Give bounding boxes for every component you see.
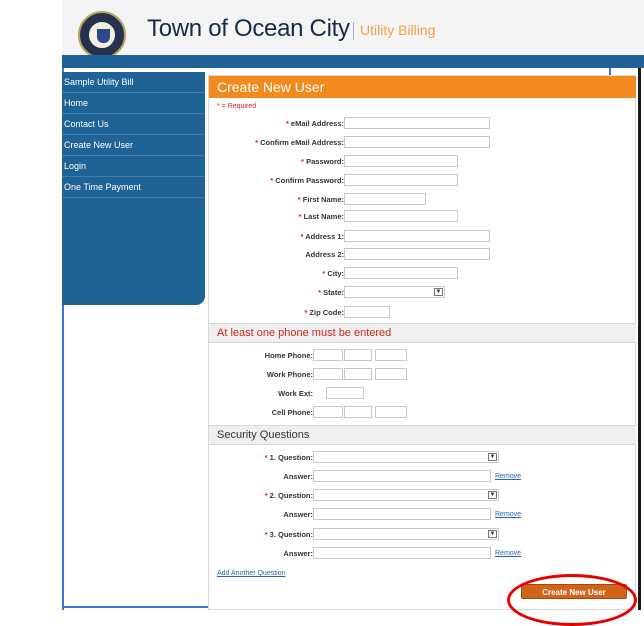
state-select[interactable]: ▼ [344, 286, 445, 298]
remove-question-2-link[interactable]: Remove [495, 511, 521, 518]
work-ext-label: Work Ext: [278, 389, 313, 398]
security-section-header: Security Questions [209, 425, 636, 445]
confirm-password-label: * Confirm Password: [270, 176, 344, 185]
answer-3-row: Answer: Remove [209, 547, 636, 561]
first-name-label: * First Name: [297, 195, 344, 204]
phone-section-header: At least one phone must be entered [209, 323, 636, 343]
email-field[interactable] [344, 117, 490, 129]
address1-field[interactable] [344, 230, 490, 242]
field-row-state: * State: ▼ [209, 286, 636, 300]
address2-field[interactable] [344, 248, 490, 260]
highlight-circle [507, 574, 637, 626]
city-label: * City: [322, 269, 344, 278]
answer-3-label: Answer: [283, 549, 313, 558]
chevron-down-icon: ▼ [434, 288, 443, 296]
field-row-confirm-email: * Confirm eMail Address: [209, 136, 636, 150]
answer-1-field[interactable] [313, 470, 491, 482]
cell-phone-line[interactable] [375, 406, 407, 418]
question-2-row: * 2. Question: ▼ [209, 489, 636, 503]
answer-2-field[interactable] [313, 508, 491, 520]
required-note: * = Required [217, 103, 257, 110]
seal-shield-icon [97, 29, 110, 43]
cell-phone-label: Cell Phone: [271, 408, 313, 417]
password-label: * Password: [301, 157, 344, 166]
sidebar-item-sample-utility-bill[interactable]: Sample Utility Bill [62, 72, 205, 93]
header-blue-bar [62, 55, 644, 68]
sidebar-item-home[interactable]: Home [62, 93, 205, 114]
answer-2-label: Answer: [283, 510, 313, 519]
question-1-label: * 1. Question: [264, 453, 313, 462]
work-phone-area[interactable] [313, 368, 343, 380]
zip-field[interactable] [344, 306, 390, 318]
field-row-first-name: * First Name: [209, 193, 636, 207]
sidebar-item-create-new-user[interactable]: Create New User [62, 135, 205, 156]
town-seal-logo [78, 11, 126, 59]
remove-question-3-link[interactable]: Remove [495, 550, 521, 557]
address2-label: Address 2: [305, 250, 344, 259]
site-title: Town of Ocean City [147, 15, 350, 42]
field-row-confirm-password: * Confirm Password: [209, 174, 636, 188]
field-row-address2: Address 2: [209, 248, 636, 262]
home-phone-line[interactable] [375, 349, 407, 361]
home-phone-area[interactable] [313, 349, 343, 361]
confirm-email-label: * Confirm eMail Address: [255, 138, 344, 147]
site-subtitle: Utility Billing [360, 22, 436, 38]
question-1-select[interactable]: ▼ [313, 451, 499, 463]
work-phone-row: Work Phone: [209, 368, 636, 382]
password-field[interactable] [344, 155, 458, 167]
title-separator [353, 22, 354, 40]
answer-2-row: Answer: Remove [209, 508, 636, 522]
email-label: * eMail Address: [285, 119, 344, 128]
field-row-address1: * Address 1: [209, 230, 636, 244]
cell-phone-area[interactable] [313, 406, 343, 418]
city-field[interactable] [344, 267, 458, 279]
question-2-select[interactable]: ▼ [313, 489, 499, 501]
question-1-row: * 1. Question: ▼ [209, 451, 636, 465]
chevron-down-icon: ▼ [488, 530, 497, 538]
add-another-question-link[interactable]: Add Another Question [217, 570, 286, 577]
create-user-panel: Create New User * = Required * eMail Add… [208, 75, 636, 610]
confirm-password-field[interactable] [344, 174, 458, 186]
home-phone-prefix[interactable] [344, 349, 372, 361]
field-row-last-name: * Last Name: [209, 210, 636, 224]
question-3-select[interactable]: ▼ [313, 528, 499, 540]
first-name-field[interactable] [344, 193, 426, 205]
address1-label: * Address 1: [300, 232, 345, 241]
sidebar-item-one-time-payment[interactable]: One Time Payment [62, 177, 205, 198]
question-2-label: * 2. Question: [264, 491, 313, 500]
page-edge-rule [638, 0, 641, 610]
field-row-city: * City: [209, 267, 636, 281]
chevron-down-icon: ▼ [488, 491, 497, 499]
work-phone-prefix[interactable] [344, 368, 372, 380]
sidebar-nav: Sample Utility Bill Home Contact Us Crea… [62, 72, 205, 305]
work-phone-label: Work Phone: [266, 370, 313, 379]
question-3-row: * 3. Question: ▼ [209, 528, 636, 542]
sidebar-item-login[interactable]: Login [62, 156, 205, 177]
page-title: Create New User [209, 76, 636, 98]
work-ext-field[interactable] [326, 387, 364, 399]
work-phone-line[interactable] [375, 368, 407, 380]
home-phone-label: Home Phone: [264, 351, 313, 360]
seal-inner [87, 20, 117, 50]
sidebar-item-contact-us[interactable]: Contact Us [62, 114, 205, 135]
cell-phone-row: Cell Phone: [209, 406, 636, 420]
cell-phone-prefix[interactable] [344, 406, 372, 418]
chevron-down-icon: ▼ [488, 453, 497, 461]
state-label: * State: [318, 288, 344, 297]
field-row-password: * Password: [209, 155, 636, 169]
answer-3-field[interactable] [313, 547, 491, 559]
question-3-label: * 3. Question: [264, 530, 313, 539]
answer-1-label: Answer: [283, 472, 313, 481]
confirm-email-field[interactable] [344, 136, 490, 148]
field-row-email: * eMail Address: [209, 117, 636, 131]
home-phone-row: Home Phone: [209, 349, 636, 363]
remove-question-1-link[interactable]: Remove [495, 473, 521, 480]
field-row-zip: * Zip Code: [209, 306, 636, 320]
last-name-field[interactable] [344, 210, 458, 222]
work-ext-row: Work Ext: [209, 387, 636, 401]
last-name-label: * Last Name: [298, 212, 344, 221]
answer-1-row: Answer: Remove [209, 470, 636, 484]
zip-label: * Zip Code: [304, 308, 344, 317]
